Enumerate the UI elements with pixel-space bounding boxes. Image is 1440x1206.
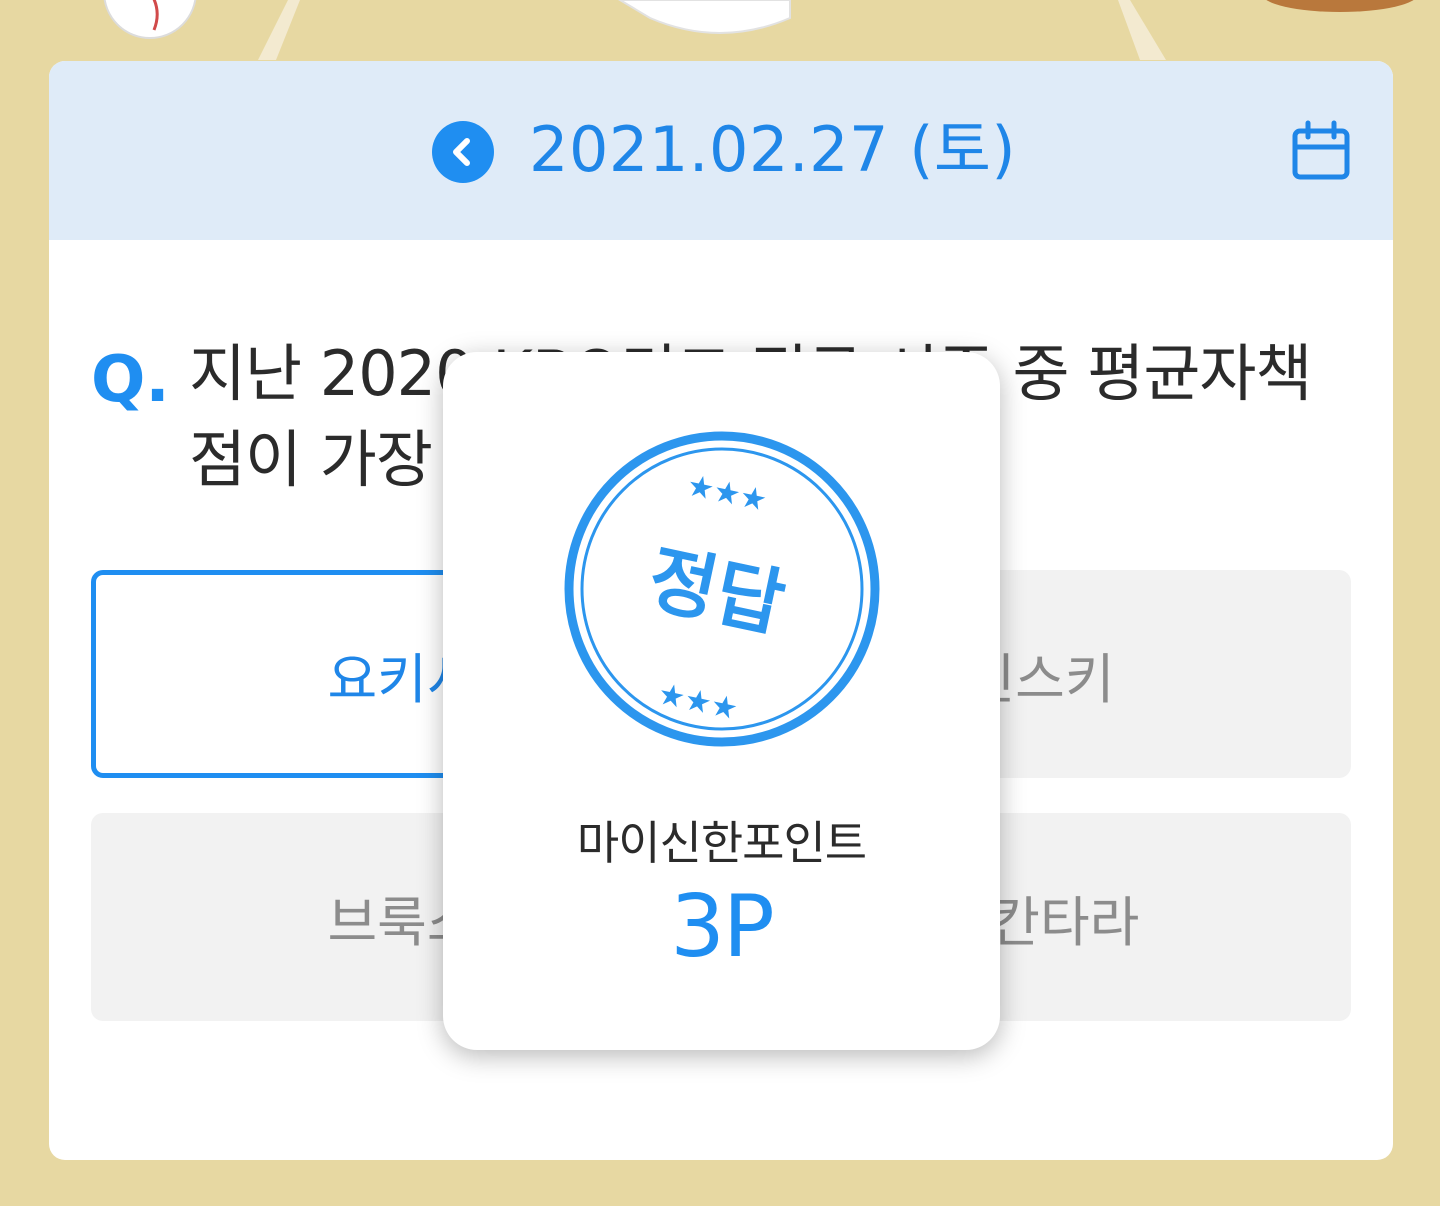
correct-stamp-icon: ★★★ ★★★ 정답 xyxy=(564,431,880,747)
reward-points: 3P xyxy=(670,877,775,977)
date-header: 2021.02.27 (토) xyxy=(49,61,1393,240)
chevron-left-icon xyxy=(453,138,470,166)
svg-text:★★★: ★★★ xyxy=(684,468,770,519)
stamp-text: 정답 xyxy=(641,536,792,648)
date-label: 2021.02.27 (토) xyxy=(529,113,1017,186)
reward-label: 마이신한포인트 xyxy=(576,816,867,870)
background-decoration xyxy=(0,0,1440,60)
prev-date-button[interactable] xyxy=(432,121,494,183)
result-popup[interactable]: ★★★ ★★★ 정답 마이신한포인트 3P xyxy=(443,352,1000,1050)
calendar-icon xyxy=(1292,120,1350,180)
svg-text:★★★: ★★★ xyxy=(655,676,741,727)
calendar-button[interactable] xyxy=(1289,119,1353,183)
question-mark: Q. xyxy=(91,343,170,417)
